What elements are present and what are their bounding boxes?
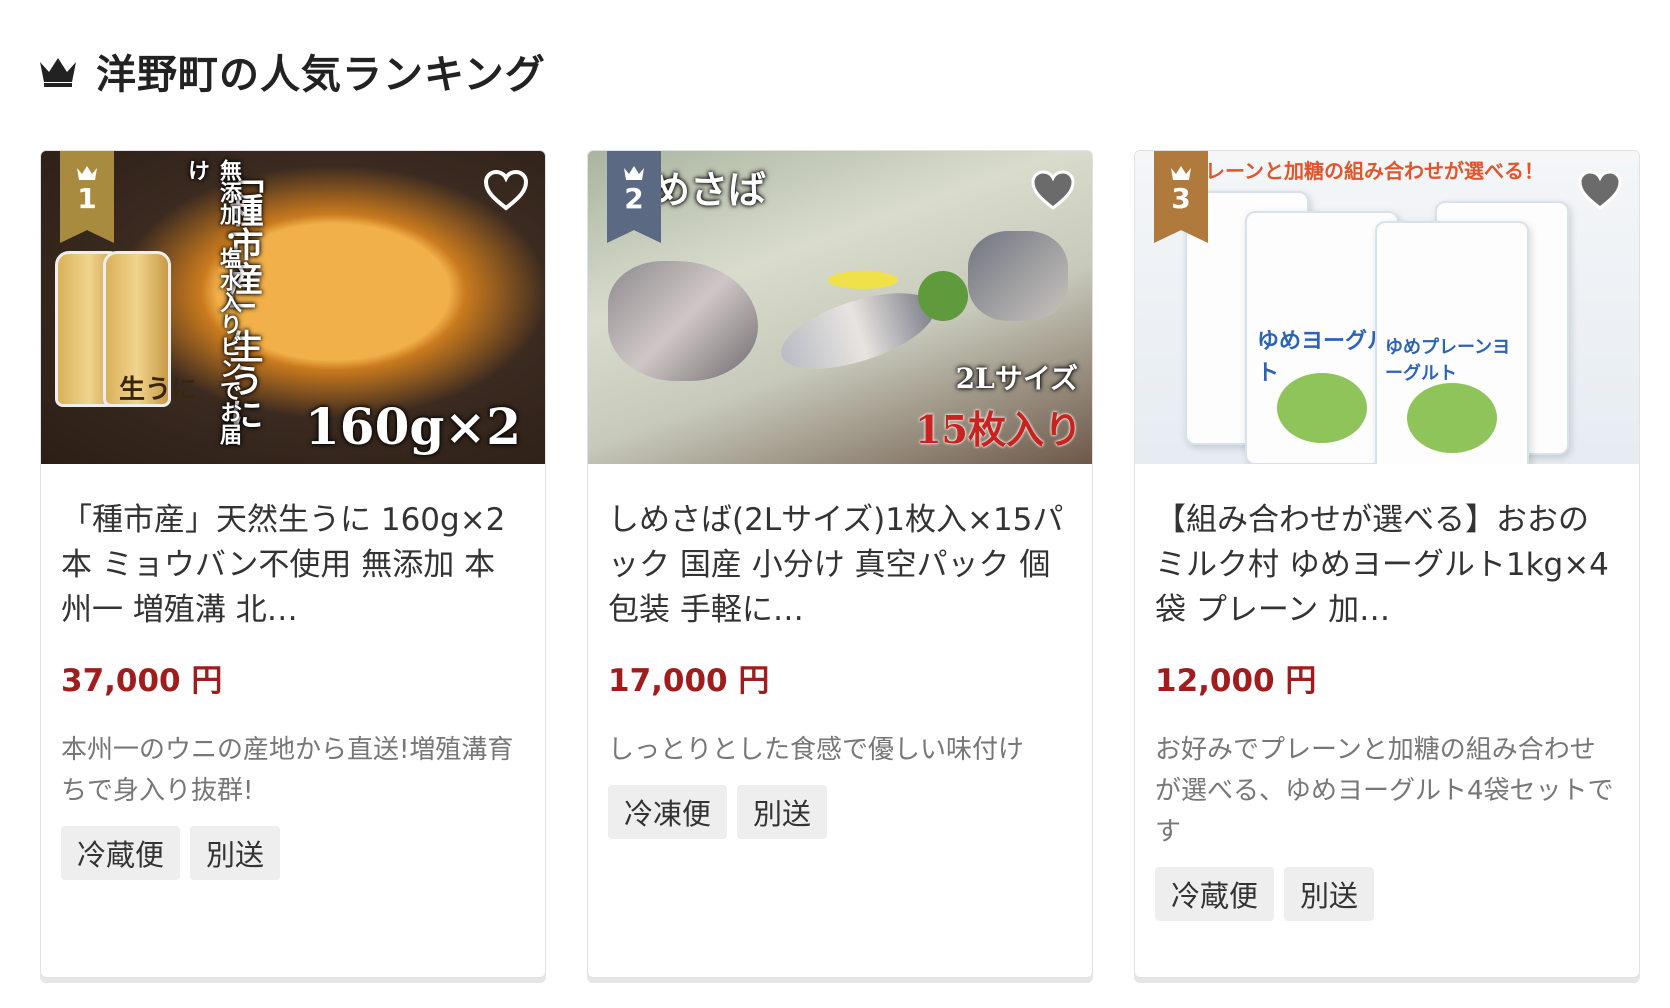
rank-number: 1	[77, 182, 97, 215]
favorite-heart-icon[interactable]	[1028, 165, 1078, 215]
product-price: 17,000 円	[608, 663, 770, 699]
product-name[interactable]: しめさば(2Lサイズ)1枚入×15パック 国産 小分け 真空パック 個包装 手軽…	[608, 498, 1072, 633]
rank-number: 3	[1171, 182, 1191, 215]
crown-icon	[624, 166, 644, 180]
image-caption-title: めさば	[652, 167, 767, 212]
product-name[interactable]: 「種市産」天然生うに 160g×2本 ミョウバン不使用 無添加 本州一 増殖溝 …	[61, 498, 525, 633]
crown-icon	[38, 54, 78, 88]
lemon-slice	[828, 271, 898, 289]
rank-badge: 3	[1154, 151, 1208, 243]
image-caption-count: 15枚入り	[915, 407, 1082, 452]
product-description: お好みでプレーンと加糖の組み合わせが選べる、ゆめヨーグルト4袋セットです	[1155, 735, 1614, 847]
tag-list: 冷蔵便 別送	[1155, 867, 1619, 921]
tag-list: 冷凍便 別送	[608, 785, 1072, 839]
section-title: 洋野町の人気ランキング	[96, 52, 546, 98]
pack-illustration	[1407, 383, 1497, 453]
tag-shipping: 別送	[1284, 867, 1375, 921]
rank-badge: 1	[60, 151, 114, 243]
tag-delivery: 冷凍便	[608, 785, 728, 839]
image-caption-vertical-sub: 無添加・塩水入りビンでお届け	[184, 159, 242, 445]
image-caption-quantity: 160g×2	[304, 397, 521, 456]
product-card-rank-1[interactable]: 生うに 「種市産」生うに 無添加・塩水入りビンでお届け 160g×2 1 「種市…	[40, 150, 546, 978]
product-name[interactable]: 【組み合わせが選べる】おおのミルク村 ゆめヨーグルト1kg×4袋 プレーン 加…	[1155, 498, 1619, 633]
tag-delivery: 冷蔵便	[61, 826, 181, 880]
mackerel-slice	[968, 231, 1068, 321]
product-price: 12,000 円	[1155, 663, 1317, 699]
product-image[interactable]: 生うに 「種市産」生うに 無添加・塩水入りビンでお届け 160g×2 1	[41, 151, 545, 464]
product-image[interactable]: めさば 2Lサイズ 15枚入り 2	[588, 151, 1092, 464]
rank-number: 2	[624, 182, 644, 215]
mackerel-slice	[608, 261, 758, 381]
section-heading: 洋野町の人気ランキング	[38, 42, 546, 100]
image-caption-size: 2Lサイズ	[955, 362, 1078, 395]
tag-list: 冷蔵便 別送	[61, 826, 525, 880]
pack-illustration	[1277, 373, 1367, 443]
yogurt-pack: ゆめプレーンヨーグルト	[1375, 221, 1529, 464]
cucumber-slice	[918, 271, 968, 321]
tag-shipping: 別送	[737, 785, 828, 839]
crown-icon	[77, 166, 97, 180]
product-price: 37,000 円	[61, 663, 223, 699]
product-card-rank-3[interactable]: レーンと加糖の組み合わせが選べる！ ゆめヨーグルト ゆめプレーンヨーグルト 3 …	[1134, 150, 1640, 978]
product-image[interactable]: レーンと加糖の組み合わせが選べる！ ゆめヨーグルト ゆめプレーンヨーグルト 3	[1135, 151, 1639, 464]
favorite-heart-icon[interactable]	[481, 165, 531, 215]
product-card-rank-2[interactable]: めさば 2Lサイズ 15枚入り 2 しめさば(2Lサイズ)1枚入×15パック 国…	[587, 150, 1093, 978]
rank-badge: 2	[607, 151, 661, 243]
tag-delivery: 冷蔵便	[1155, 867, 1275, 921]
pack-label: ゆめプレーンヨーグルト	[1385, 337, 1511, 384]
favorite-heart-icon[interactable]	[1575, 165, 1625, 215]
product-description: 本州一のウニの産地から直送!増殖溝育ちで身入り抜群!	[61, 735, 514, 806]
image-banner: レーンと加糖の組み合わせが選べる！	[1205, 159, 1544, 183]
crown-icon	[1171, 166, 1191, 180]
tag-shipping: 別送	[190, 826, 281, 880]
product-description: しっとりとした食感で優しい味付け	[608, 735, 1025, 765]
